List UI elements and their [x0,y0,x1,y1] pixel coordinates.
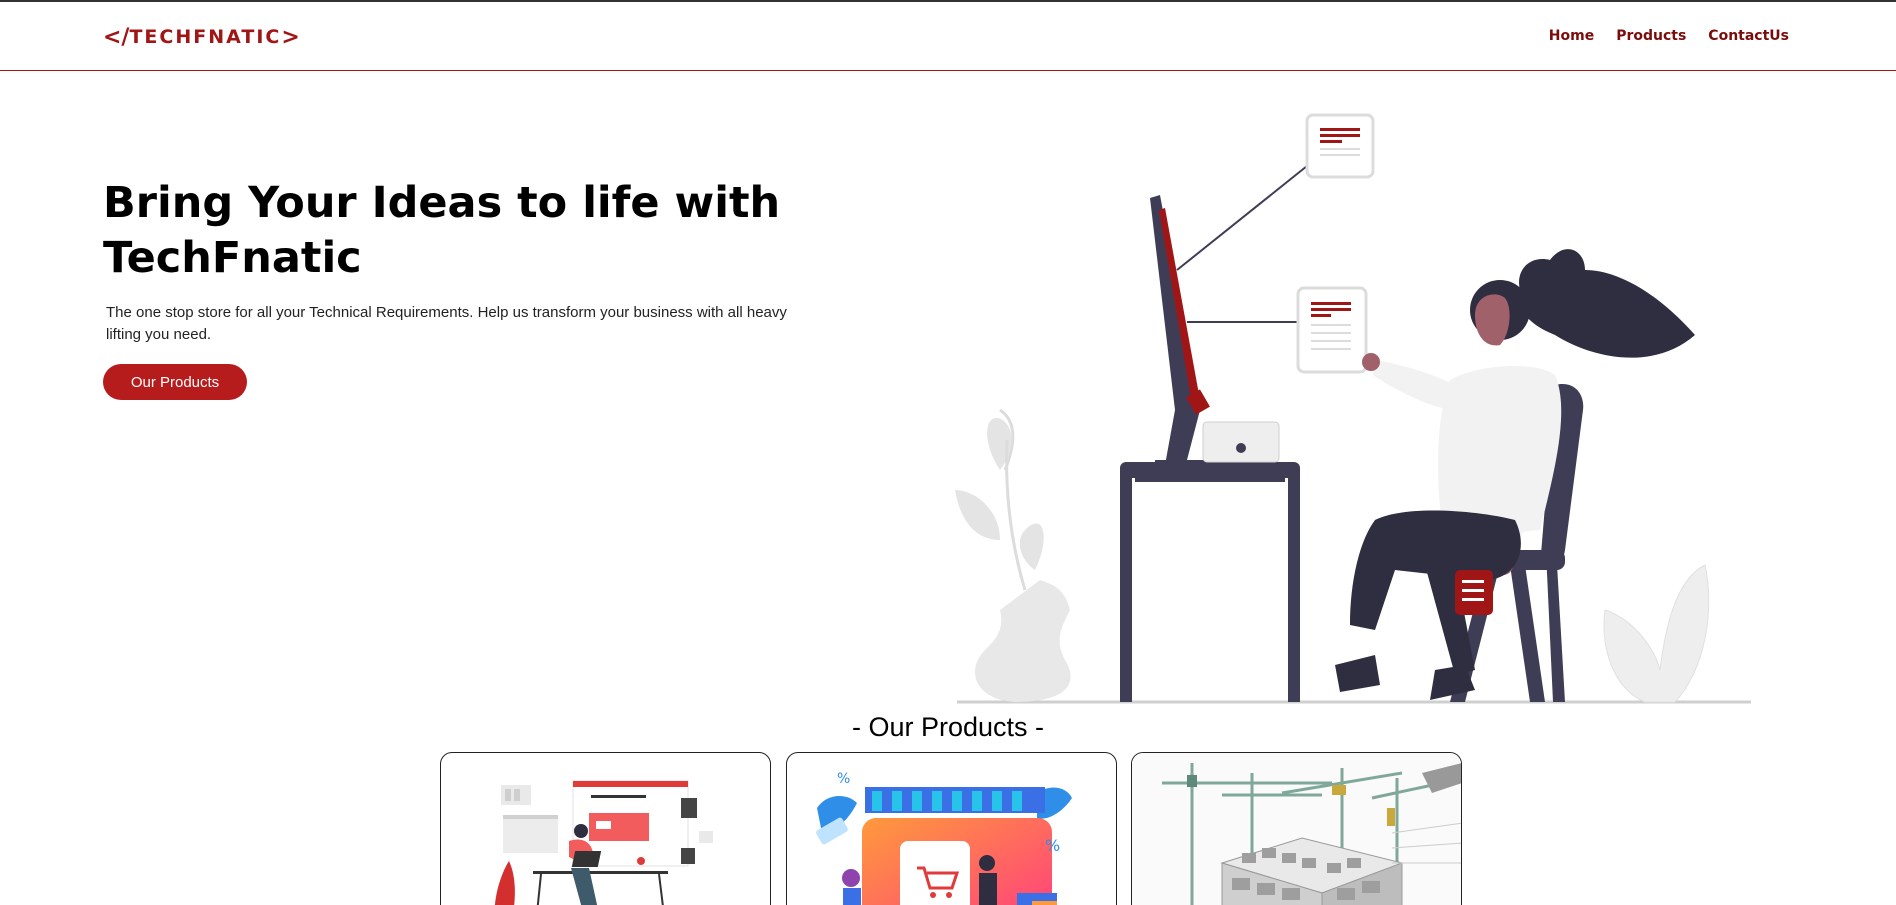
brand-logo[interactable]: </ TECHFNATIC > [103,23,300,51]
hero-description: The one stop store for all your Technica… [106,304,787,343]
navbar: </ TECHFNATIC > Home Products ContactUs [0,2,1896,71]
main-nav: Home Products ContactUs [1549,28,1789,44]
our-products-button[interactable]: Our Products [103,364,247,400]
product-card-construction[interactable] [1131,752,1462,905]
logo-right-bracket: > [281,24,300,50]
online-shopping-illustration: % % [816,771,1072,905]
product-card-online-shopping[interactable]: % % [786,752,1117,905]
nav-products-link[interactable]: Products [1616,28,1686,44]
construction-cranes-illustration [1132,753,1461,905]
svg-text:%: % [1045,836,1060,855]
web-design-illustration [495,780,713,905]
hero-title: Bring Your Ideas to life with TechFnatic [103,178,781,283]
logo-text: TECHFNATIC [129,26,282,48]
product-card-web-design[interactable] [440,752,771,905]
person-at-computer-illustration [955,113,1751,704]
nav-home-link[interactable]: Home [1549,28,1594,44]
svg-text:%: % [837,771,850,787]
logo-left-bracket: </ [103,24,130,50]
nav-contactus-link[interactable]: ContactUs [1708,28,1789,44]
our-products-heading: - Our Products - [851,712,1045,742]
